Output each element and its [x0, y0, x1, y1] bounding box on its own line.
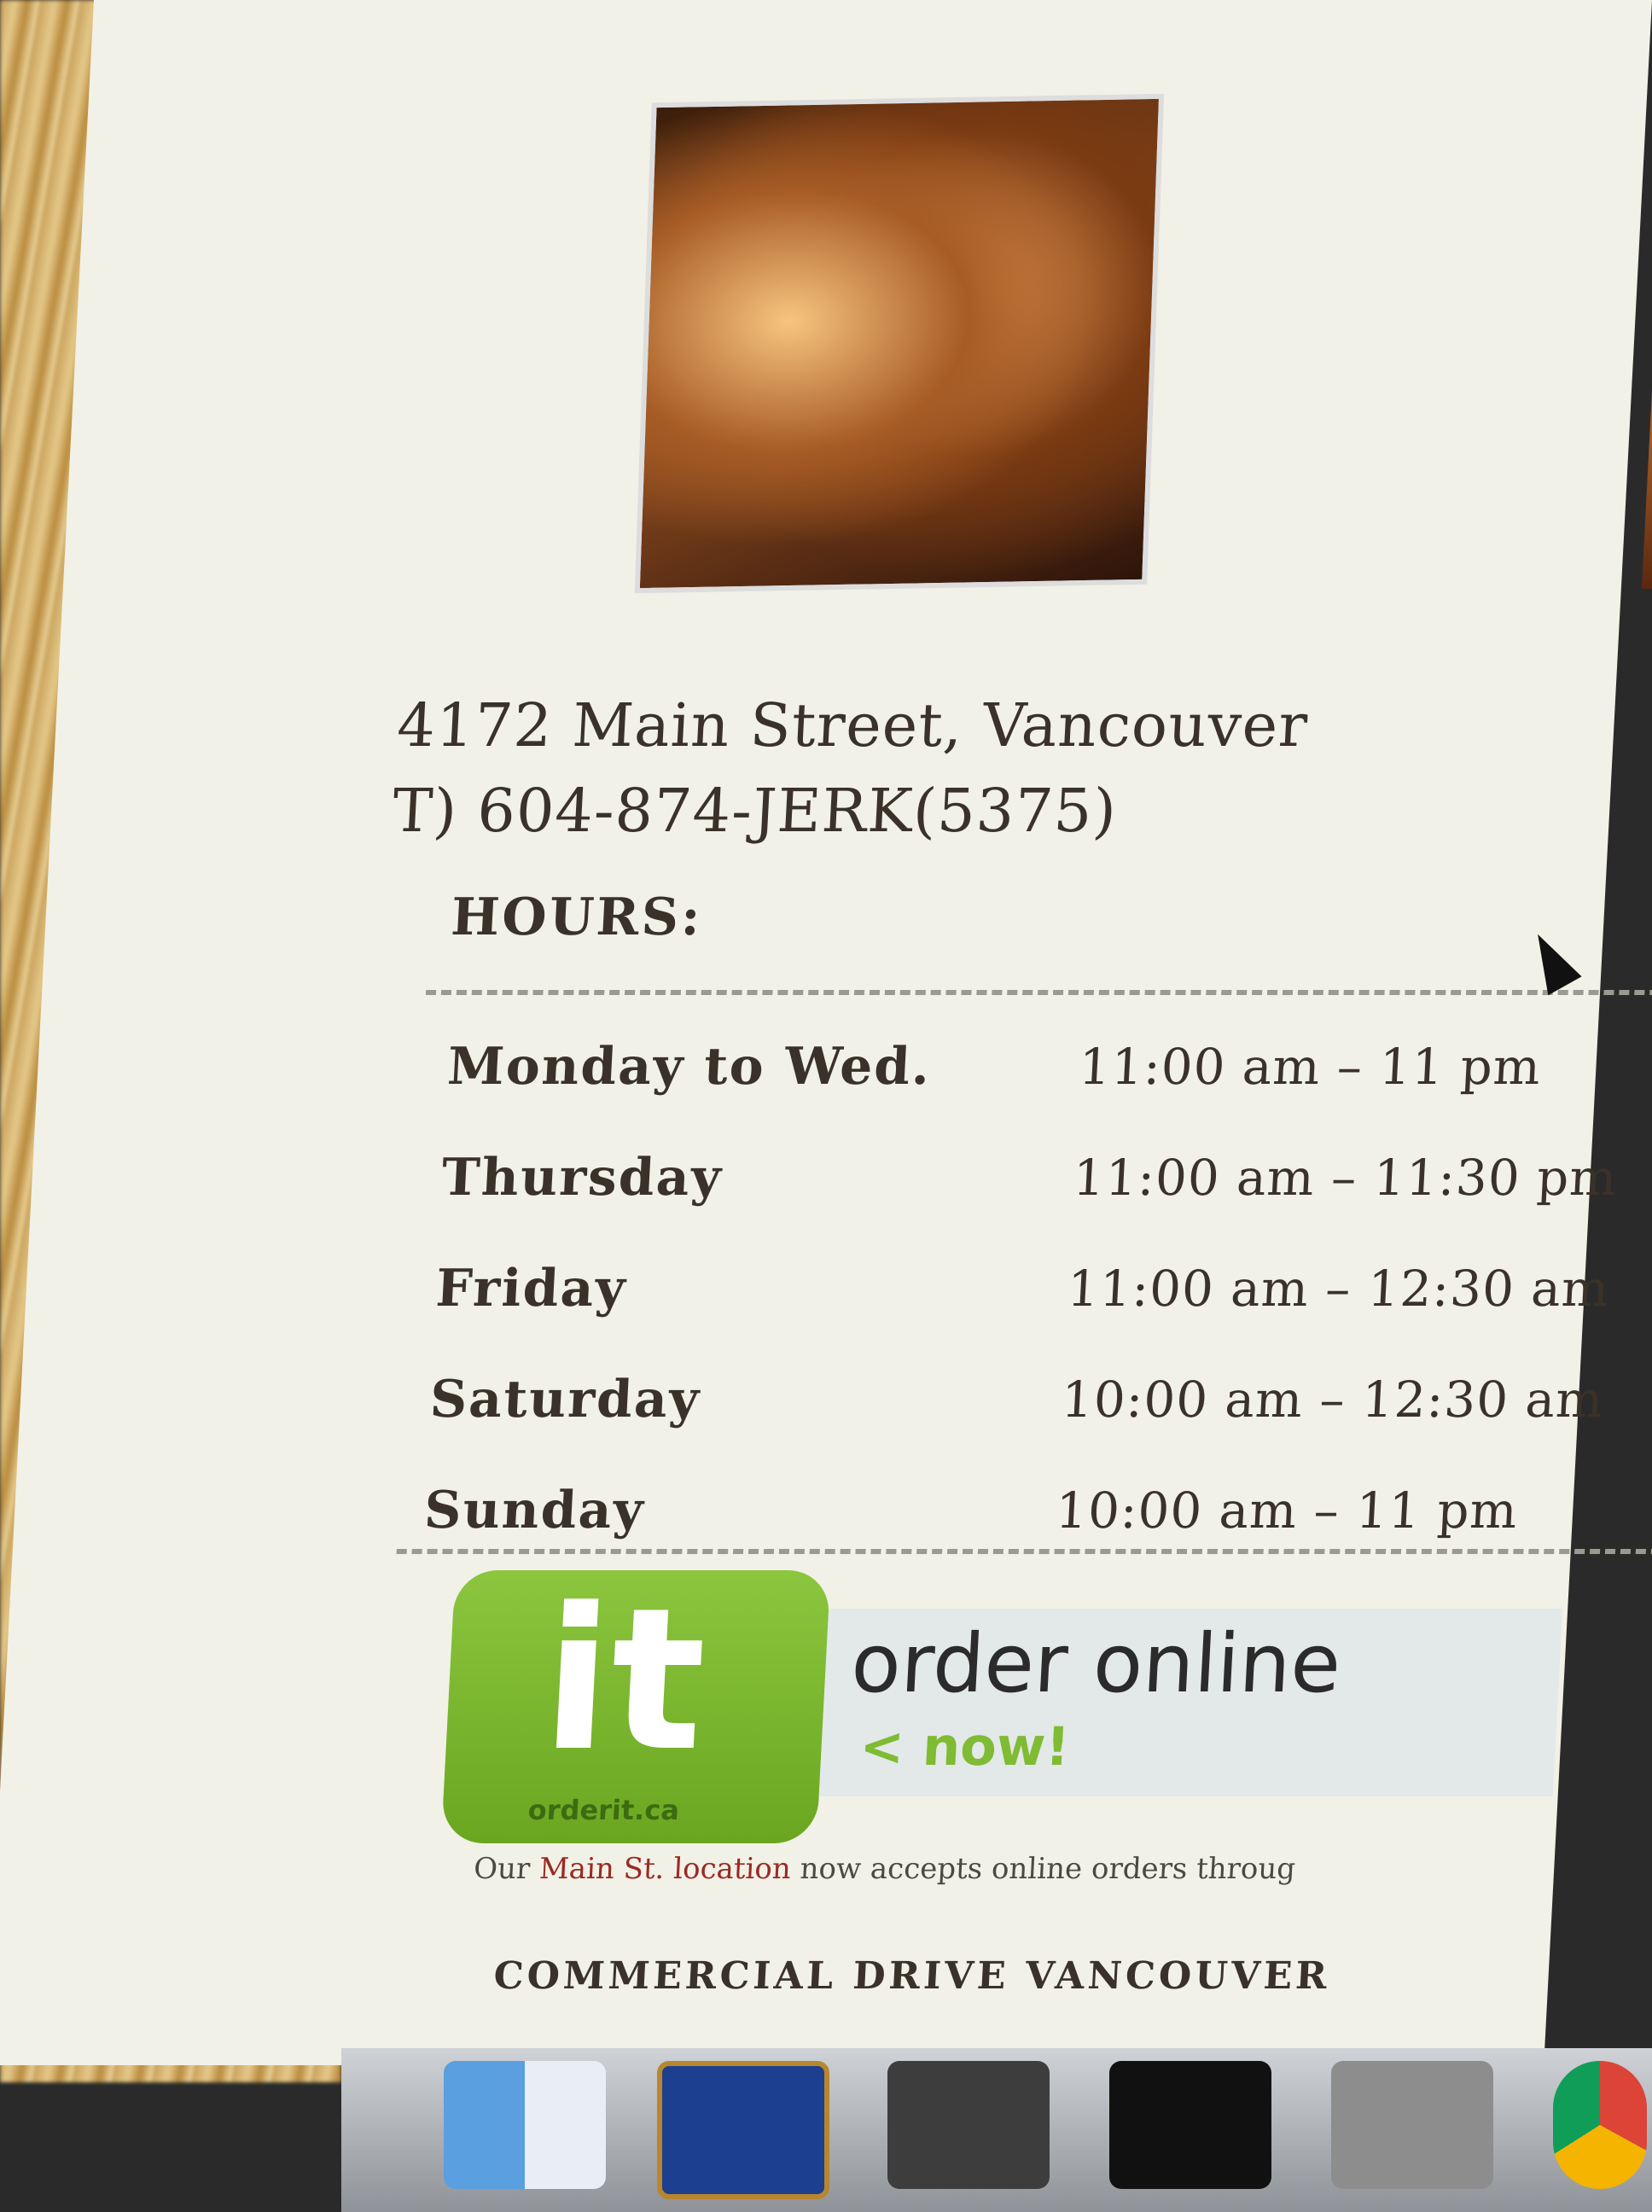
- notice-prefix: Our: [473, 1852, 541, 1886]
- hours-time: 11:00 am – 11 pm: [1077, 1038, 1543, 1096]
- hours-time: 11:00 am – 12:30 am: [1066, 1260, 1611, 1318]
- online-orders-notice: Our Main St. location now accepts online…: [473, 1852, 1652, 1886]
- hours-day: Monday to Wed.: [445, 1037, 934, 1097]
- mouse-cursor: [1521, 924, 1582, 996]
- hours-time: 10:00 am – 11 pm: [1054, 1481, 1520, 1540]
- restaurant-photo-next[interactable]: [1641, 230, 1652, 589]
- chrome-icon[interactable]: [1553, 2061, 1647, 2189]
- mac-dock: [341, 2048, 1652, 2212]
- hours-day: Saturday: [428, 1370, 702, 1429]
- location-heading: COMMERCIAL DRIVE VANCOUVER: [492, 1954, 1332, 1998]
- hours-day: Sunday: [422, 1481, 647, 1540]
- address-text: 4172 Main Street, Vancouver: [395, 690, 1310, 760]
- hours-row: Saturday 10:00 am – 12:30 am: [428, 1344, 1652, 1455]
- contact-info: 4172 Main Street, Vancouver T) 604-874-J…: [391, 683, 1311, 853]
- sublime-icon[interactable]: [887, 2061, 1050, 2189]
- orderit-logo: it orderit.ca: [440, 1567, 831, 1843]
- restaurant-photo[interactable]: [634, 93, 1165, 594]
- order-online-banner[interactable]: it orderit.ca order online < now!: [440, 1567, 1564, 1852]
- notice-suffix: now accepts online orders throug: [789, 1852, 1297, 1886]
- terminal-icon[interactable]: [1109, 2061, 1271, 2189]
- monitor-screen: 4172 Main Street, Vancouver T) 604-874-J…: [0, 0, 1652, 2065]
- hours-day: Friday: [434, 1259, 629, 1318]
- hours-title: HOURS:: [449, 888, 705, 947]
- phone-text: T) 604-874-JERK(5375): [391, 776, 1120, 846]
- hours-row: Friday 11:00 am – 12:30 am: [433, 1233, 1652, 1344]
- hours-row: Monday to Wed. 11:00 am – 11 pm: [445, 1011, 1652, 1122]
- hours-divider-bottom: [396, 1549, 1652, 1554]
- orderit-logo-text: it: [537, 1567, 711, 1795]
- hours-divider-top: [425, 990, 1652, 995]
- order-now-label: < now!: [858, 1715, 1072, 1778]
- hours-row: Thursday 11:00 am – 11:30 pm: [439, 1122, 1652, 1233]
- web-page: 4172 Main Street, Vancouver T) 604-874-J…: [294, 0, 1652, 2048]
- hours-table: Monday to Wed. 11:00 am – 11 pm Thursday…: [422, 1011, 1652, 1566]
- hours-time: 11:00 am – 11:30 pm: [1071, 1149, 1620, 1207]
- hours-day: Thursday: [439, 1148, 724, 1208]
- l-app-icon[interactable]: [657, 2061, 829, 2199]
- window-icon[interactable]: [1331, 2061, 1493, 2189]
- hours-time: 10:00 am – 12:30 am: [1060, 1371, 1606, 1429]
- main-st-link[interactable]: Main St. location: [538, 1852, 792, 1886]
- finder-icon[interactable]: [444, 2061, 606, 2189]
- photo-frame: 4172 Main Street, Vancouver T) 604-874-J…: [0, 0, 1652, 2212]
- order-online-box[interactable]: order online < now!: [818, 1609, 1563, 1796]
- orderit-site: orderit.ca: [526, 1794, 680, 1826]
- order-online-title: order online: [848, 1617, 1343, 1711]
